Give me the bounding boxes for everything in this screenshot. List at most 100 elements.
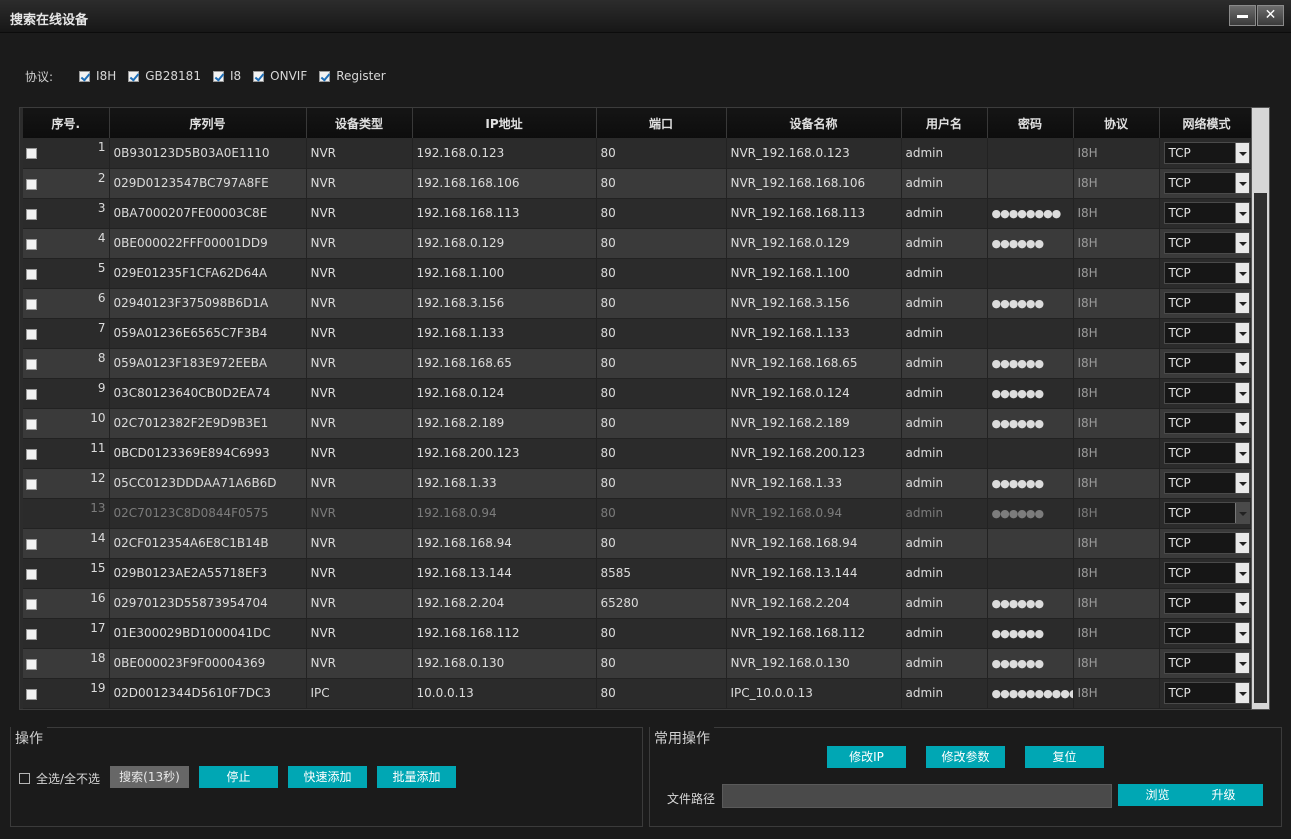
table-row[interactable]: 10 02C7012382F2E9D9B3E1 NVR 192.168.2.189 80… (23, 408, 1255, 439)
table-row[interactable]: 12 05CC0123DDDAA71A6B6D NVR 192.168.1.33 80 N… (23, 468, 1255, 499)
table-row[interactable]: 16 02970123D55873954704 NVR 192.168.2.204 65… (23, 588, 1255, 619)
table-row[interactable]: 4 0BE000022FFF00001DD9 NVR 192.168.0.129 80 N… (23, 228, 1255, 259)
chevron-down-icon[interactable] (1234, 413, 1249, 433)
table-row[interactable]: 17 01E300029BD1000041DC NVR 192.168.168.112… (23, 618, 1255, 649)
row-checkbox[interactable] (26, 358, 37, 370)
header-device-name[interactable]: 设备名称 (726, 108, 902, 138)
chevron-down-icon[interactable] (1234, 263, 1249, 283)
protocol-checkbox-i8[interactable]: I8 (212, 69, 241, 83)
network-mode-select[interactable]: TCP (1163, 502, 1250, 524)
table-row[interactable]: 15 029B0123AE2A55718EF3 NVR 192.168.13.144 8… (23, 558, 1255, 589)
row-checkbox[interactable] (26, 658, 37, 670)
header-type[interactable]: 设备类型 (306, 108, 413, 138)
chevron-down-icon[interactable] (1234, 473, 1249, 493)
row-checkbox[interactable] (26, 298, 37, 310)
header-password[interactable]: 密码 (987, 108, 1074, 138)
chevron-down-icon[interactable] (1234, 203, 1249, 223)
table-row[interactable]: 6 02940123F375098B6D1A NVR 192.168.3.156 80 N… (23, 288, 1255, 319)
file-path-input[interactable] (722, 784, 1112, 808)
table-row[interactable]: 1 0B930123D5B03A0E1110 NVR 192.168.0.123 80 N… (23, 138, 1255, 169)
row-checkbox[interactable] (26, 628, 37, 640)
network-mode-select[interactable]: TCP (1163, 352, 1250, 374)
chevron-down-icon[interactable] (1234, 383, 1249, 403)
batch-add-button[interactable]: 批量添加 (377, 766, 456, 788)
network-mode-select[interactable]: TCP (1163, 141, 1250, 164)
chevron-down-icon[interactable] (1234, 563, 1249, 583)
select-all-checkbox[interactable]: 全选/全不选 (19, 770, 100, 787)
chevron-down-icon[interactable] (1234, 173, 1249, 193)
chevron-down-icon[interactable] (1234, 503, 1249, 523)
chevron-down-icon[interactable] (1234, 443, 1249, 463)
network-mode-select[interactable]: TCP (1163, 562, 1250, 584)
header-protocol[interactable]: 协议 (1073, 108, 1160, 138)
row-checkbox[interactable] (26, 598, 37, 610)
table-row[interactable]: 19 02D0012344D5610F7DC3 IPC 10.0.0.13 80 IPC_… (23, 678, 1255, 709)
checkbox-icon[interactable] (212, 70, 224, 82)
table-row[interactable]: 18 0BE000023F9F00004369 NVR 192.168.0.130 80… (23, 648, 1255, 679)
network-mode-select[interactable]: TCP (1163, 472, 1250, 494)
chevron-down-icon[interactable] (1234, 623, 1249, 643)
table-row[interactable]: 13 02C70123C8D0844F0575 NVR 192.168.0.94 80 N… (23, 498, 1255, 529)
protocol-checkbox-register[interactable]: Register (319, 69, 386, 83)
table-row[interactable]: 7 059A01236E6565C7F3B4 NVR 192.168.1.133 80 N… (23, 318, 1255, 349)
row-checkbox[interactable] (26, 268, 37, 280)
chevron-down-icon[interactable] (1234, 142, 1249, 163)
checkbox-icon[interactable] (128, 70, 140, 82)
protocol-checkbox-i8h[interactable]: I8H (79, 69, 116, 83)
chevron-down-icon[interactable] (1234, 593, 1249, 613)
network-mode-select[interactable]: TCP (1163, 652, 1250, 674)
search-button[interactable]: 搜索(13秒) (110, 766, 189, 788)
checkbox-icon[interactable] (79, 70, 91, 82)
network-mode-select[interactable]: TCP (1163, 232, 1250, 254)
header-port[interactable]: 端口 (596, 108, 727, 138)
network-mode-select[interactable]: TCP (1163, 592, 1250, 614)
row-checkbox[interactable] (26, 328, 37, 340)
network-mode-select[interactable]: TCP (1163, 622, 1250, 644)
header-username[interactable]: 用户名 (901, 108, 988, 138)
scrollbar-thumb[interactable] (1254, 193, 1267, 703)
table-row[interactable]: 14 02CF012354A6E8C1B14B NVR 192.168.168.94 8… (23, 528, 1255, 559)
protocol-checkbox-onvif[interactable]: ONVIF (253, 69, 307, 83)
checkbox-icon[interactable] (253, 70, 265, 82)
row-checkbox[interactable] (26, 568, 37, 580)
header-serial[interactable]: 序列号 (109, 108, 307, 138)
checkbox-icon[interactable] (19, 773, 30, 784)
upgrade-button[interactable]: 升级 (1184, 784, 1263, 806)
close-button[interactable]: ✕ (1257, 5, 1284, 26)
row-checkbox[interactable] (26, 238, 37, 250)
row-checkbox[interactable] (26, 478, 37, 490)
network-mode-select[interactable]: TCP (1163, 382, 1250, 404)
chevron-down-icon[interactable] (1234, 323, 1249, 343)
row-checkbox[interactable] (26, 388, 37, 400)
row-checkbox[interactable] (26, 538, 37, 550)
network-mode-select[interactable]: TCP (1163, 412, 1250, 434)
minimize-button[interactable] (1229, 5, 1256, 26)
stop-button[interactable]: 停止 (199, 766, 278, 788)
chevron-down-icon[interactable] (1234, 233, 1249, 253)
chevron-down-icon[interactable] (1234, 293, 1249, 313)
table-row[interactable]: 9 03C80123640CB0D2EA74 NVR 192.168.0.124 80 N… (23, 378, 1255, 409)
row-checkbox[interactable] (26, 688, 37, 700)
vertical-scrollbar[interactable] (1251, 107, 1270, 710)
header-network-mode[interactable]: 网络模式 (1159, 108, 1255, 138)
chevron-down-icon[interactable] (1234, 683, 1249, 703)
protocol-checkbox-gb28181[interactable]: GB28181 (128, 69, 201, 83)
network-mode-select[interactable]: TCP (1163, 532, 1250, 554)
table-row[interactable]: 2 029D0123547BC797A8FE NVR 192.168.168.106 8… (23, 168, 1255, 199)
row-checkbox[interactable] (26, 178, 37, 190)
header-seq[interactable]: 序号. (23, 108, 110, 138)
chevron-down-icon[interactable] (1234, 653, 1249, 673)
network-mode-select[interactable]: TCP (1163, 292, 1250, 314)
chevron-down-icon[interactable] (1234, 353, 1249, 373)
modify-params-button[interactable]: 修改参数 (926, 746, 1005, 768)
network-mode-select[interactable]: TCP (1163, 442, 1250, 464)
chevron-down-icon[interactable] (1234, 533, 1249, 553)
network-mode-select[interactable]: TCP (1163, 172, 1250, 194)
table-row[interactable]: 3 0BA7000207FE00003C8E NVR 192.168.168.113 8… (23, 198, 1255, 229)
network-mode-select[interactable]: TCP (1163, 262, 1250, 284)
network-mode-select[interactable]: TCP (1163, 682, 1250, 704)
table-row[interactable]: 5 029E01235F1CFA62D64A NVR 192.168.1.100 80 N… (23, 258, 1255, 289)
reset-button[interactable]: 复位 (1025, 746, 1104, 768)
row-checkbox[interactable] (26, 418, 37, 430)
table-row[interactable]: 8 059A0123F183E972EEBA NVR 192.168.168.65 80… (23, 348, 1255, 379)
